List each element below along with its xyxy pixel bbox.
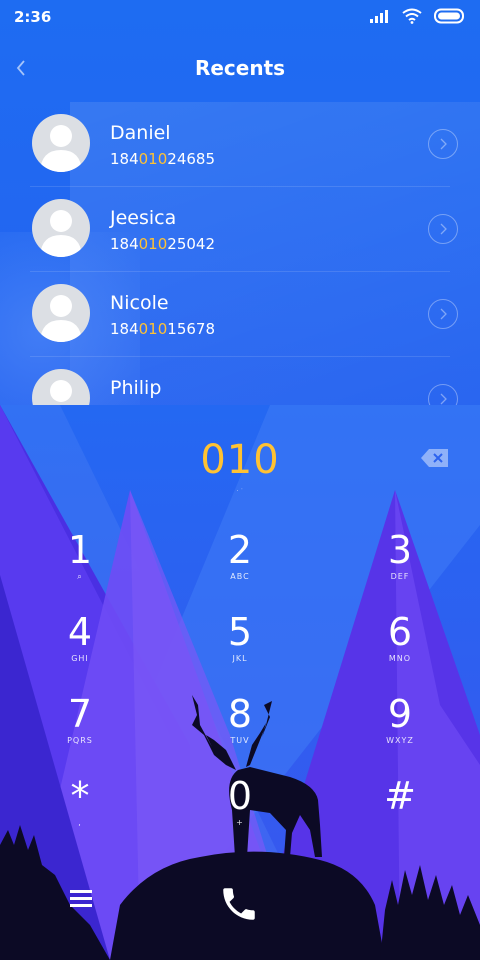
contact-name: Philip: [110, 377, 162, 399]
chevron-right-icon: [440, 393, 447, 405]
status-time: 2:36: [14, 8, 52, 26]
chevron-right-icon: [440, 138, 447, 150]
key-digit: 6: [387, 610, 413, 654]
contact-name: Jeesica: [110, 207, 177, 229]
contact-detail-button[interactable]: [428, 384, 458, 405]
contact-number: 18401015678: [110, 320, 215, 338]
key-8[interactable]: 8 TUV: [180, 694, 300, 764]
status-bar: 2:36: [0, 0, 480, 34]
avatar: [32, 284, 90, 342]
contact-row-nicole[interactable]: Nicole 18401015678: [0, 272, 480, 357]
key-5[interactable]: 5 JKL: [180, 612, 300, 682]
key-letters: ABC: [230, 572, 250, 581]
person-icon: [40, 295, 82, 342]
contact-row-jeesica[interactable]: Jeesica 18401025042: [0, 187, 480, 272]
avatar: [32, 199, 90, 257]
key-letters: ,: [78, 818, 82, 827]
signal-icon: [370, 10, 388, 23]
contact-number: 18401025042: [110, 235, 215, 253]
avatar: [32, 369, 90, 405]
person-icon: [40, 210, 82, 257]
key-9[interactable]: 9 WXYZ: [340, 694, 460, 764]
backspace-button[interactable]: [420, 447, 450, 469]
call-button[interactable]: [218, 883, 260, 925]
key-digit: 8: [227, 692, 253, 736]
battery-icon: [434, 8, 464, 24]
header: Recents: [0, 48, 480, 92]
person-icon: [50, 380, 72, 402]
key-letters: DEF: [390, 572, 410, 581]
contact-detail-button[interactable]: [428, 214, 458, 244]
menu-button[interactable]: [66, 887, 96, 911]
key-digit: 3: [387, 528, 413, 572]
key-4[interactable]: 4 GHI: [20, 612, 140, 682]
key-letters: PQRS: [67, 736, 93, 745]
key-digit: 0: [227, 774, 253, 818]
dialed-number-hint: · ˙: [236, 488, 244, 495]
contact-detail-button[interactable]: [428, 129, 458, 159]
key-letters: GHI: [71, 654, 89, 663]
dialer-panel: 010 · ˙ 1 ⌕ 2 ABC 3 DEF 4 GHI 5 JKL 6 MN…: [0, 405, 480, 960]
dialed-number[interactable]: 010: [0, 437, 480, 483]
key-digit: 9: [387, 692, 413, 736]
key-hash[interactable]: #: [340, 776, 460, 846]
contact-name: Daniel: [110, 122, 171, 144]
backspace-icon: [421, 449, 448, 467]
page-title: Recents: [194, 56, 286, 80]
key-letters: TUV: [230, 736, 250, 745]
key-digit: 1: [67, 528, 93, 572]
key-letters: +: [236, 818, 244, 827]
status-icons: [370, 8, 466, 24]
key-letters: WXYZ: [386, 736, 414, 745]
key-2[interactable]: 2 ABC: [180, 530, 300, 600]
wifi-icon: [402, 8, 422, 24]
key-digit: 7: [67, 692, 93, 736]
key-letters: JKL: [232, 654, 248, 663]
key-0[interactable]: 0 +: [180, 776, 300, 846]
person-icon: [40, 125, 82, 172]
phone-icon: [223, 888, 255, 920]
key-6[interactable]: 6 MNO: [340, 612, 460, 682]
key-3[interactable]: 3 DEF: [340, 530, 460, 600]
key-digit: 2: [227, 528, 253, 572]
key-star[interactable]: * ,: [20, 776, 140, 846]
avatar: [32, 114, 90, 172]
key-digit: *: [70, 774, 90, 818]
screen: 2:36 Recents Daniel 18401024685 Jeesica …: [0, 0, 480, 960]
key-digit: 4: [67, 610, 93, 654]
key-digit: 5: [227, 610, 253, 654]
contact-name: Nicole: [110, 292, 169, 314]
contact-row-philip[interactable]: Philip: [0, 357, 480, 405]
key-letters: MNO: [388, 654, 412, 663]
hamburger-menu-icon: [70, 890, 92, 907]
key-7[interactable]: 7 PQRS: [20, 694, 140, 764]
chevron-right-icon: [440, 308, 447, 320]
voicemail-icon: ⌕: [77, 572, 83, 581]
chevron-right-icon: [440, 223, 447, 235]
key-digit: #: [384, 774, 416, 818]
contact-detail-button[interactable]: [428, 299, 458, 329]
contact-number: 18401024685: [110, 150, 215, 168]
key-1[interactable]: 1 ⌕: [20, 530, 140, 600]
contact-row-daniel[interactable]: Daniel 18401024685: [0, 102, 480, 187]
recents-list: Daniel 18401024685 Jeesica 18401025042 N…: [0, 102, 480, 405]
